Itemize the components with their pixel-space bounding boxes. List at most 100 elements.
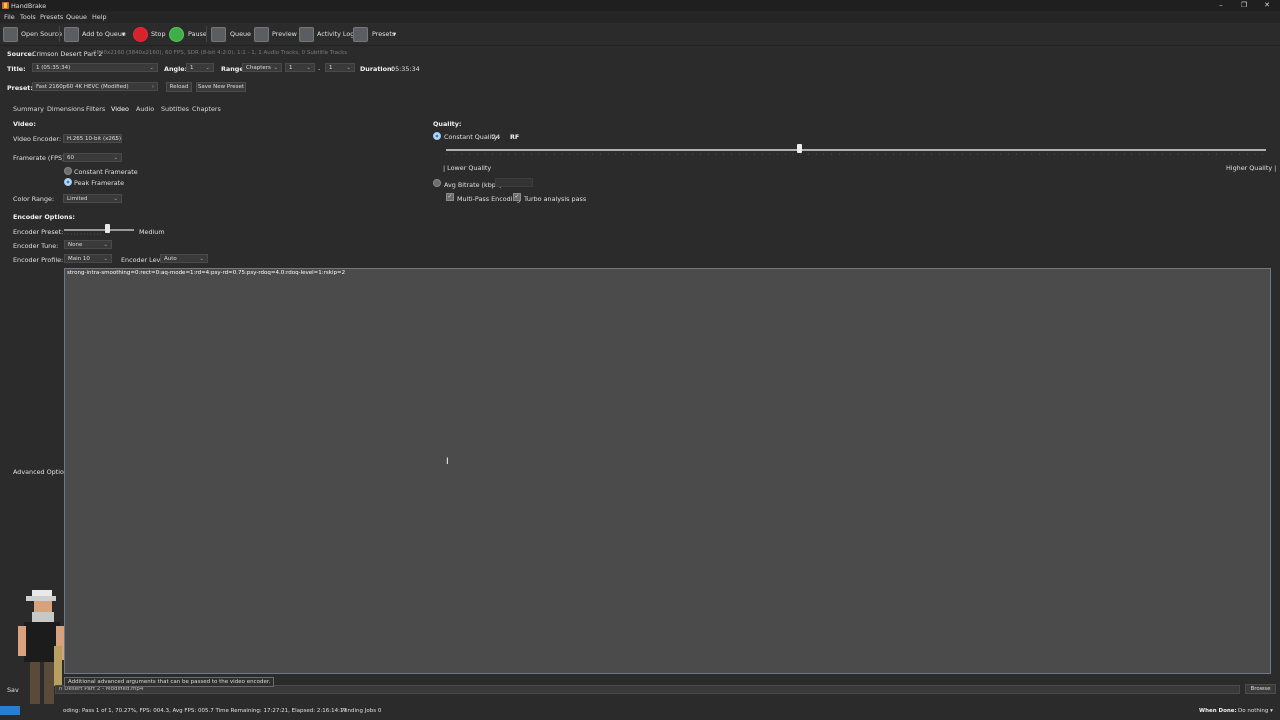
minimize-button[interactable]: –: [1214, 1, 1228, 9]
title-select[interactable]: 1 (05:35:34) ⌄: [32, 63, 158, 72]
add-to-queue-dropdown-icon[interactable]: ▾: [122, 30, 125, 38]
toolbar-divider: [59, 26, 60, 42]
chevron-down-icon: ⌄: [149, 65, 154, 71]
close-button[interactable]: ✕: [1260, 1, 1274, 9]
angle-select[interactable]: 1 ⌄: [186, 63, 214, 72]
pause-icon[interactable]: [169, 27, 184, 42]
handbrake-logo-icon: [2, 2, 9, 9]
color-range-value: Limited: [67, 196, 88, 202]
advanced-options-text: strong-intra-smoothing=0:rect=0:aq-mode=…: [67, 270, 346, 276]
advanced-options-textarea[interactable]: strong-intra-smoothing=0:rect=0:aq-mode=…: [64, 268, 1271, 674]
avg-bitrate-input[interactable]: [495, 178, 533, 187]
save-as-label: Sav: [7, 686, 19, 694]
higher-quality-label: Higher Quality |: [1226, 164, 1277, 172]
stop-button[interactable]: Stop: [151, 30, 166, 38]
status-progress-text: oding: Pass 1 of 1, 70.27%, FPS: 004.3, …: [63, 708, 347, 714]
menu-help[interactable]: Help: [92, 13, 107, 21]
video-encoder-select[interactable]: H.265 10-bit (x265) ⌄: [63, 134, 122, 143]
constant-quality-radio[interactable]: [433, 132, 441, 140]
encoder-preset-ticks: '''''''''''': [64, 233, 104, 238]
text-cursor-icon: I: [446, 457, 449, 467]
quality-slider-track[interactable]: [446, 149, 1266, 151]
range-end-select[interactable]: 1 ⌄: [325, 63, 355, 72]
encoder-preset-slider-thumb[interactable]: [105, 224, 111, 233]
presets-dropdown-icon[interactable]: ▾: [393, 30, 396, 38]
multipass-checkbox[interactable]: ✓: [446, 193, 454, 201]
encoder-level-value: Auto: [164, 256, 177, 262]
tab-summary[interactable]: Summary: [13, 105, 44, 113]
stop-icon[interactable]: [133, 27, 148, 42]
constant-framerate-radio[interactable]: [64, 167, 72, 175]
encoder-tune-select[interactable]: None ⌄: [64, 240, 112, 249]
chevron-down-icon: ⌄: [113, 136, 118, 142]
presets-button[interactable]: Presets: [372, 30, 395, 38]
reload-button[interactable]: Reload: [166, 82, 192, 92]
pause-button[interactable]: Pause: [188, 30, 207, 38]
encoder-profile-label: Encoder Profile:: [13, 256, 64, 264]
range-separator: -: [318, 65, 321, 73]
add-to-queue-button[interactable]: Add to Queue: [82, 30, 126, 38]
menu-tools[interactable]: Tools: [20, 13, 36, 21]
menu-presets[interactable]: Presets: [40, 13, 63, 21]
tab-audio[interactable]: Audio: [136, 105, 154, 113]
tab-filters[interactable]: Filters: [86, 105, 105, 113]
restore-button[interactable]: ❐: [1237, 1, 1251, 9]
presets-icon[interactable]: [353, 27, 368, 42]
activity-log-icon[interactable]: [299, 27, 314, 42]
mascot-figure: [18, 590, 64, 706]
tab-chapters[interactable]: Chapters: [192, 105, 221, 113]
turbo-checkbox[interactable]: ✓: [513, 193, 521, 201]
chevron-down-icon: ⌄: [199, 256, 204, 262]
peak-framerate-label: Peak Framerate: [74, 179, 125, 187]
menu-bar: [0, 11, 1280, 23]
range-type-select[interactable]: Chapters ⌄: [242, 63, 282, 72]
encoder-preset-label: Encoder Preset:: [13, 228, 64, 236]
encoder-preset-slider-track[interactable]: [64, 229, 134, 231]
queue-icon[interactable]: [211, 27, 226, 42]
activity-log-button[interactable]: Activity Log: [317, 30, 354, 38]
encoder-profile-value: Main 10: [68, 256, 90, 262]
quality-section-label: Quality:: [433, 120, 462, 128]
window-title: HandBrake: [11, 2, 47, 10]
add-to-queue-icon[interactable]: [64, 27, 79, 42]
open-source-icon[interactable]: [3, 27, 18, 42]
preset-select[interactable]: Fast 2160p60 4K HEVC (Modified) ›: [32, 82, 158, 91]
quality-slider-thumb[interactable]: [796, 144, 802, 153]
preset-value: Fast 2160p60 4K HEVC (Modified): [36, 84, 129, 90]
rf-label: RF: [510, 133, 520, 141]
encoder-level-select[interactable]: Auto ⌄: [160, 254, 208, 263]
tab-dimensions[interactable]: Dimensions: [47, 105, 84, 113]
open-source-button[interactable]: Open Source: [21, 30, 62, 38]
angle-label: Angle:: [164, 65, 188, 73]
preset-label: Preset:: [7, 84, 33, 92]
browse-button[interactable]: Browse: [1245, 684, 1276, 694]
chevron-down-icon: ⌄: [346, 65, 351, 71]
video-section-label: Video:: [13, 120, 36, 128]
peak-framerate-radio[interactable]: [64, 178, 72, 186]
tab-subtitles[interactable]: Subtitles: [161, 105, 189, 113]
range-start-select[interactable]: 1 ⌄: [285, 63, 315, 72]
color-range-select[interactable]: Limited ⌄: [63, 194, 122, 203]
menu-queue[interactable]: Queue: [66, 13, 87, 21]
encoder-profile-select[interactable]: Main 10 ⌄: [64, 254, 112, 263]
tab-video[interactable]: Video: [111, 105, 129, 113]
when-done-select[interactable]: Do nothing ▾: [1238, 708, 1273, 714]
duration-value: 05:35:34: [391, 65, 420, 73]
menu-file[interactable]: File: [4, 13, 15, 21]
color-range-label: Color Range:: [13, 195, 55, 203]
save-new-preset-button[interactable]: Save New Preset: [196, 82, 246, 92]
avg-bitrate-radio[interactable]: [433, 179, 441, 187]
title-label: Title:: [7, 65, 26, 73]
preview-button[interactable]: Preview: [272, 30, 297, 38]
framerate-select[interactable]: 60 ⌄: [63, 153, 122, 162]
chevron-down-icon: ⌄: [113, 155, 118, 161]
range-start-value: 1: [289, 65, 293, 71]
lower-quality-label: | Lower Quality: [443, 164, 492, 172]
encoder-preset-value: Medium: [139, 228, 165, 236]
angle-select-value: 1: [190, 65, 194, 71]
source-details: 3840x2160 (3840x2160), 60 FPS, SDR (8-bi…: [93, 50, 348, 56]
preview-icon[interactable]: [254, 27, 269, 42]
queue-button[interactable]: Queue: [230, 30, 251, 38]
duration-label: Duration:: [360, 65, 395, 73]
constant-quality-label: Constant Quality:: [444, 133, 500, 141]
